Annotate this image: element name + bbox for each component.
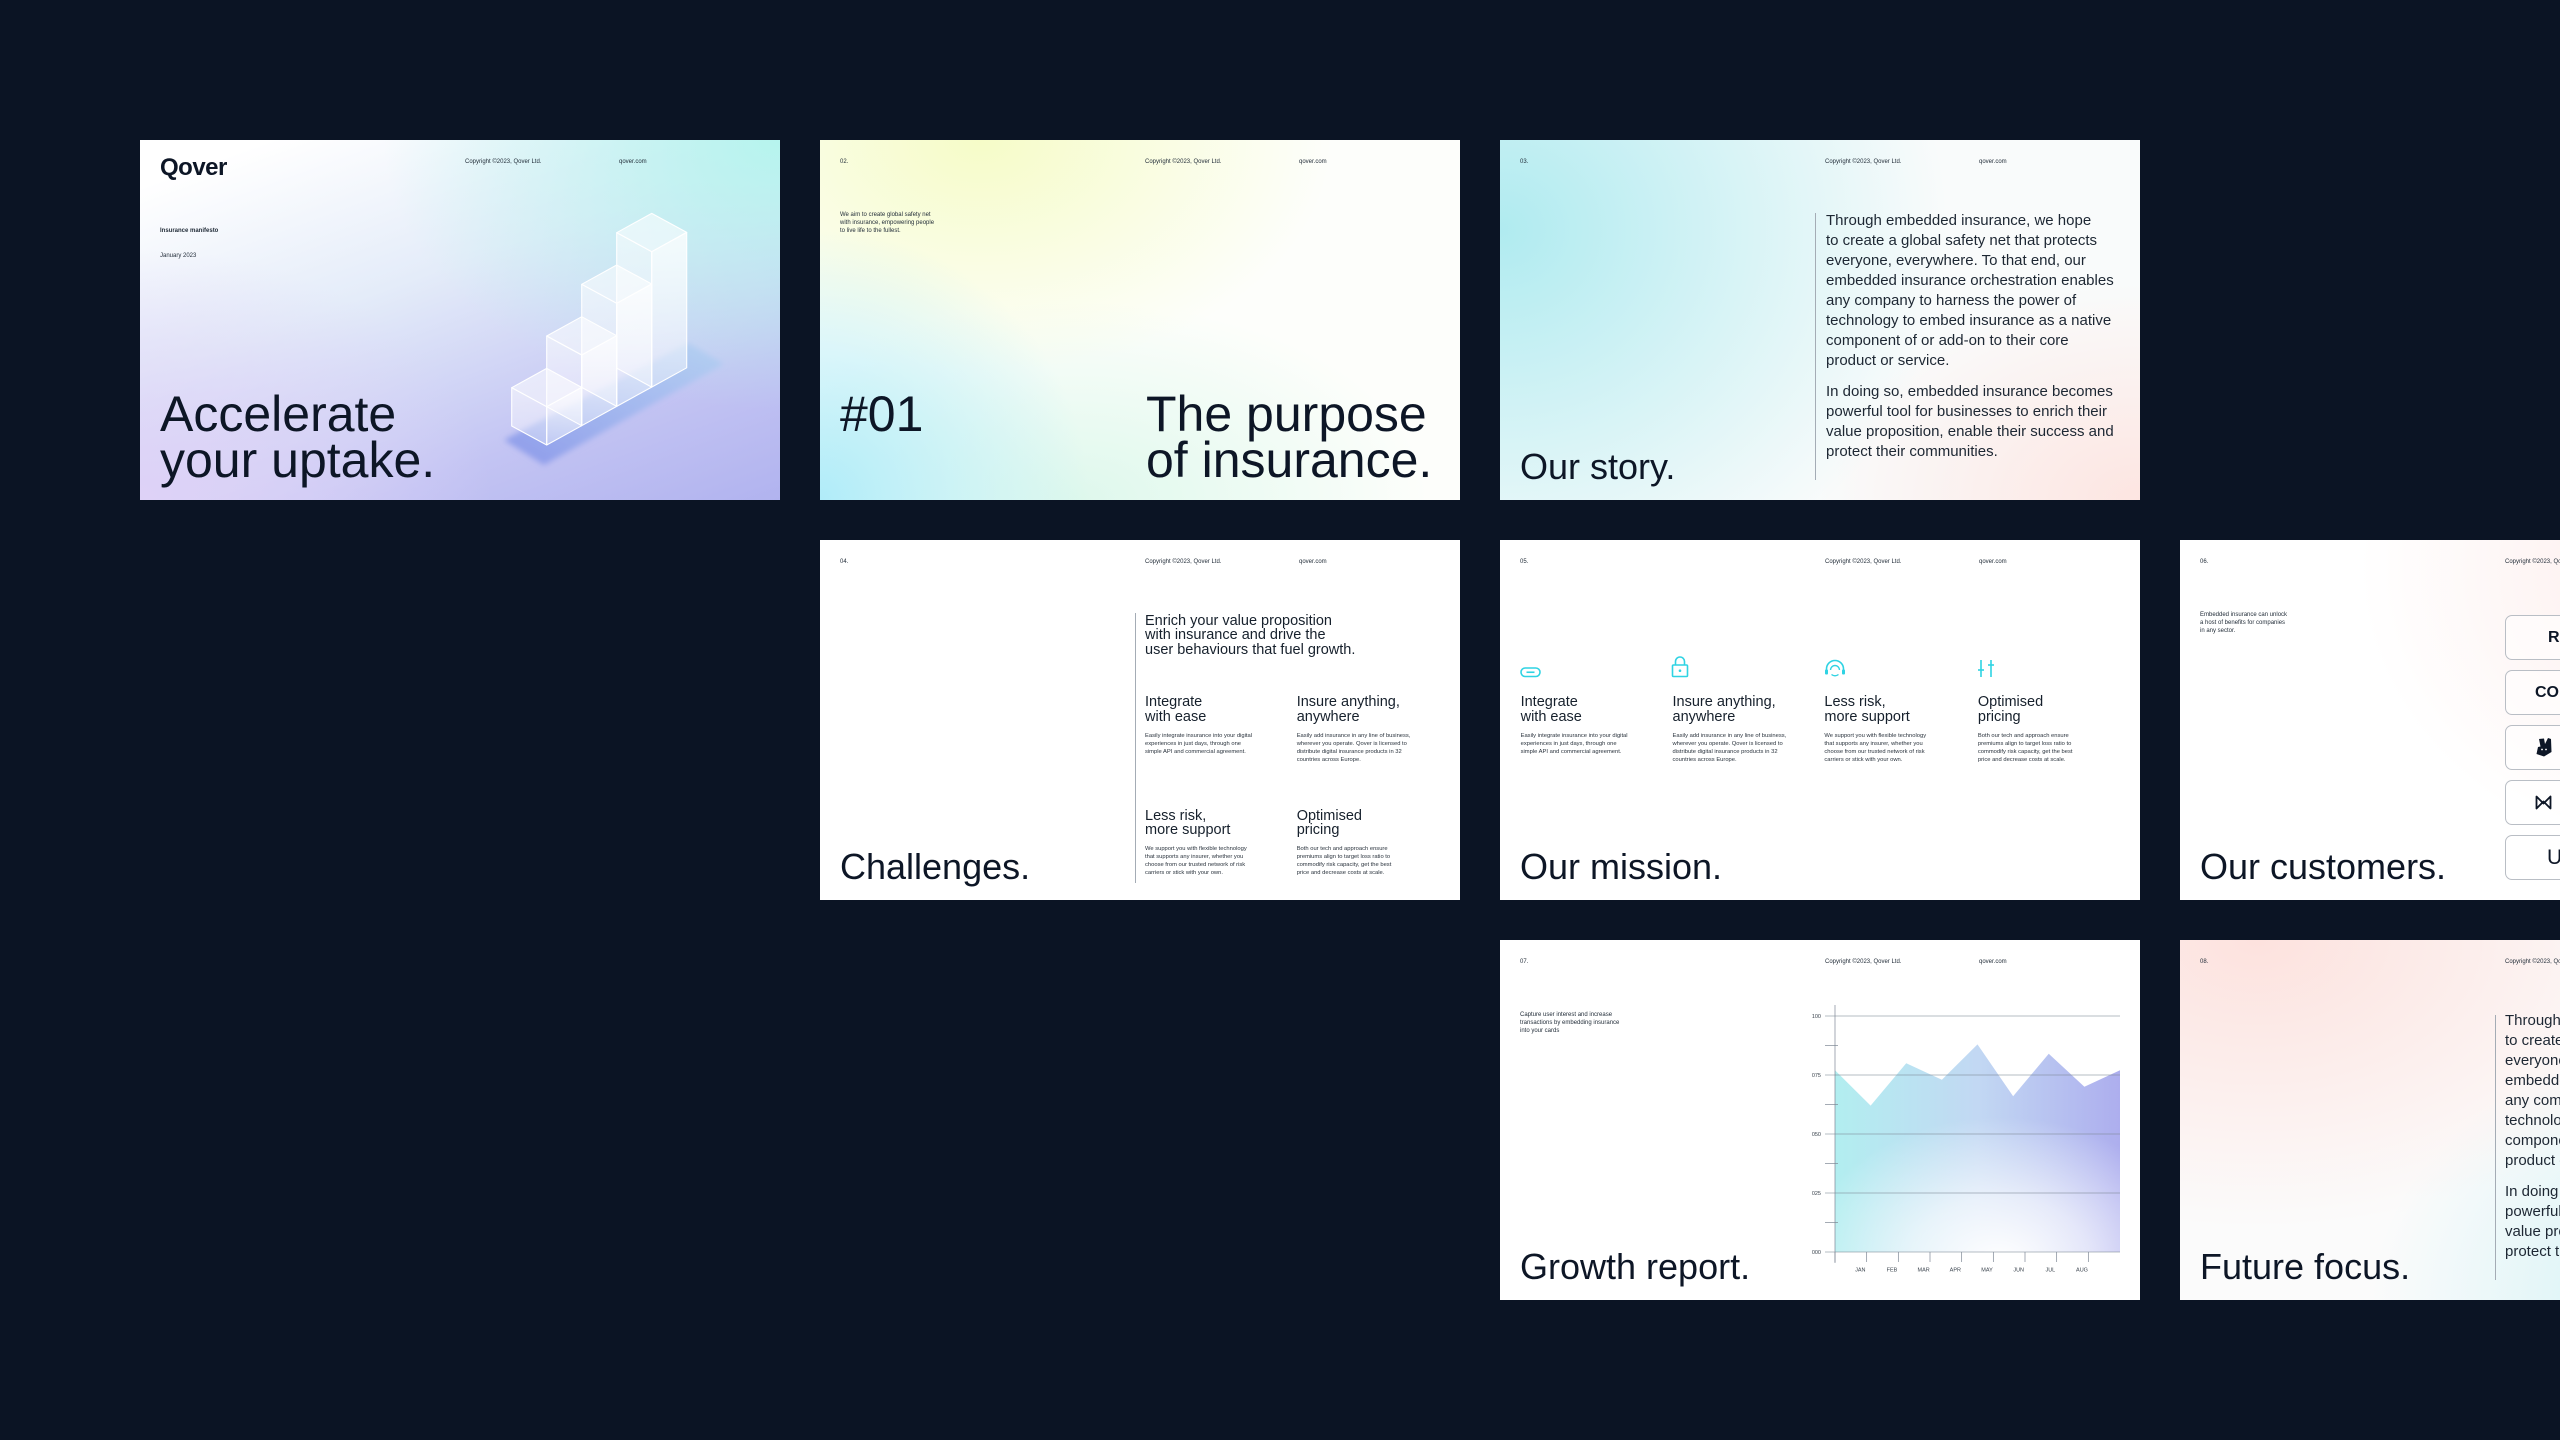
copyright-text: Copyright ©2023, Qover Ltd. [2505, 558, 2560, 565]
website-text: qover.com [1299, 558, 1327, 565]
future-paragraph: Through embedded insurance, we hope to c… [2505, 1012, 2560, 1169]
story-headline: Our story. [1520, 446, 1676, 487]
future-headline: Future focus. [2200, 1246, 2411, 1287]
website-text: qover.com [1299, 158, 1327, 165]
customer-logo-card [2505, 780, 2560, 825]
y-tick-label: 000 [1812, 1250, 1821, 1256]
x-tick-label: FEB [1887, 1268, 1898, 1274]
slide-cover[interactable]: Qover Copyright ©2023, Qover Ltd. qover.… [140, 140, 780, 500]
slide-future-focus[interactable]: 08. Copyright ©2023, Qover Ltd. qover.co… [2180, 940, 2560, 1300]
page-number: 05. [1520, 558, 1529, 565]
cover-headline: Accelerate your uptake. [160, 386, 436, 488]
lock-icon [1671, 656, 1689, 678]
feature-body: We support you with flexible technology … [1824, 732, 1927, 763]
y-tick-label: 100 [1812, 1014, 1821, 1020]
x-tick-label: APR [1950, 1268, 1961, 1274]
slide-mission[interactable]: 05. Copyright ©2023, Qover Ltd. qover.co… [1500, 540, 2140, 900]
mission-headline: Our mission. [1520, 846, 1723, 887]
kangaroo-logo [2536, 738, 2552, 757]
feature-body: Both our tech and approach ensure premiu… [1296, 846, 1392, 877]
y-tick-label: 025 [1812, 1191, 1821, 1197]
m-mark-logo [2535, 795, 2552, 810]
feature-block: Integrate with ease Easily integrate ins… [1521, 695, 1628, 756]
customer-logo-card: Re [2505, 615, 2560, 660]
customer-logo-card [2505, 725, 2560, 770]
growth-headline: Growth report. [1520, 1246, 1751, 1287]
feature-title: Optimised pricing [1296, 807, 1362, 838]
customer-logo-card: CO [2505, 670, 2560, 715]
feature-title: Less risk, more support [1824, 694, 1910, 725]
headset-icon [1825, 659, 1845, 677]
feature-body: Easily add insurance in any line of busi… [1672, 732, 1787, 763]
y-tick-label: 050 [1812, 1132, 1821, 1138]
feature-title: Optimised pricing [1977, 694, 2044, 725]
feature-block: Optimised pricing Both our tech and appr… [1978, 695, 2073, 764]
page-number: 04. [840, 558, 849, 565]
feature-block: Integrate with ease Easily integrate ins… [1145, 695, 1252, 756]
feature-block: Optimised pricing Both our tech and appr… [1296, 807, 1392, 878]
page-number: 02. [840, 158, 849, 165]
feature-body: Both our tech and approach ensure premiu… [1977, 732, 2073, 763]
purpose-intro: We aim to create global safety net with … [840, 212, 935, 235]
feature-title: Integrate with ease [1520, 694, 1582, 725]
story-text: Through embedded insurance, we hope to c… [1826, 211, 2114, 473]
page-number: 03. [1520, 158, 1529, 165]
story-paragraph: Through embedded insurance, we hope to c… [1826, 212, 2114, 369]
customer-logo-card: U [2505, 835, 2560, 880]
feature-body: Easily integrate insurance into your dig… [1520, 732, 1628, 755]
x-tick-label: MAY [1981, 1268, 1993, 1274]
customer-logo-text: CO [2535, 684, 2559, 701]
feature-block: Insure anything, anywhere Easily add ins… [1297, 695, 1411, 764]
customer-logo-text: U [2547, 846, 2560, 869]
bar-3-right-face [616, 283, 653, 407]
slide-customers[interactable]: 06. Copyright ©2023, Qover Ltd. qover.co… [2180, 540, 2560, 900]
website-text: qover.com [1979, 158, 2007, 165]
page-number: 08. [2200, 958, 2209, 965]
copyright-text: Copyright ©2023, Qover Ltd. [1145, 558, 1222, 565]
page-number: 06. [2200, 558, 2209, 565]
customers-intro: Embedded insurance can unlock a host of … [2200, 612, 2288, 635]
slide-story[interactable]: 03. Copyright ©2023, Qover Ltd. qover.co… [1500, 140, 2140, 500]
future-paragraph: In doing so, embedded insurance becomes … [2505, 1183, 2560, 1260]
feature-title: Insure anything, anywhere [1296, 694, 1400, 725]
divider-line [1135, 613, 1136, 883]
link-icon [1520, 667, 1541, 678]
feature-title: Insure anything, anywhere [1672, 694, 1776, 725]
area-series-highlight [1835, 1044, 2120, 1252]
sliders-icon [1978, 660, 1994, 677]
purpose-headline: The purpose of insurance. [1146, 386, 1433, 488]
x-tick-label: JAN [1855, 1268, 1865, 1274]
copyright-text: Copyright ©2023, Qover Ltd. [1145, 158, 1222, 165]
feature-block: Insure anything, anywhere Easily add ins… [1673, 695, 1787, 764]
feature-body: We support you with flexible technology … [1145, 846, 1247, 877]
bar-4-right-face [651, 231, 688, 388]
x-tick-label: JUL [2045, 1268, 2055, 1274]
challenges-intro: Enrich your value proposition with insur… [1145, 613, 1356, 658]
divider-line [2495, 1015, 2496, 1280]
x-tick-label: JUN [2013, 1268, 2024, 1274]
slide-challenges[interactable]: 04. Copyright ©2023, Qover Ltd. qover.co… [820, 540, 1460, 900]
customers-headline: Our customers. [2200, 846, 2447, 887]
website-text: qover.com [1979, 558, 2007, 565]
customer-logo-text: Re [2548, 629, 2560, 646]
feature-body: Easily integrate insurance into your dig… [1145, 732, 1252, 755]
challenges-headline: Challenges. [840, 846, 1031, 887]
slide-purpose[interactable]: 02. Copyright ©2023, Qover Ltd. qover.co… [820, 140, 1460, 500]
feature-block: Less risk, more support We support you w… [1145, 807, 1247, 878]
copyright-text: Copyright ©2023, Qover Ltd. [1825, 558, 1902, 565]
copyright-text: Copyright ©2023, Qover Ltd. [1825, 158, 1902, 165]
feature-title: Integrate with ease [1145, 694, 1207, 725]
x-tick-label: MAR [1918, 1268, 1930, 1274]
feature-block: Less risk, more support We support you w… [1824, 695, 1926, 764]
story-paragraph: In doing so, embedded insurance becomes … [1826, 383, 2114, 460]
copyright-text: Copyright ©2023, Qover Ltd. [2505, 958, 2560, 965]
divider-line [1815, 213, 1816, 480]
feature-body: Easily add insurance in any line of busi… [1296, 732, 1411, 763]
feature-title: Less risk, more support [1145, 807, 1231, 838]
future-text: Through embedded insurance, we hope to c… [2505, 1011, 2560, 1273]
x-tick-label: AUG [2076, 1268, 2088, 1274]
slide-growth-report[interactable]: 07. Copyright ©2023, Qover Ltd. qover.co… [1500, 940, 2140, 1300]
y-tick-label: 075 [1812, 1073, 1821, 1079]
chapter-number: #01 [840, 386, 924, 442]
